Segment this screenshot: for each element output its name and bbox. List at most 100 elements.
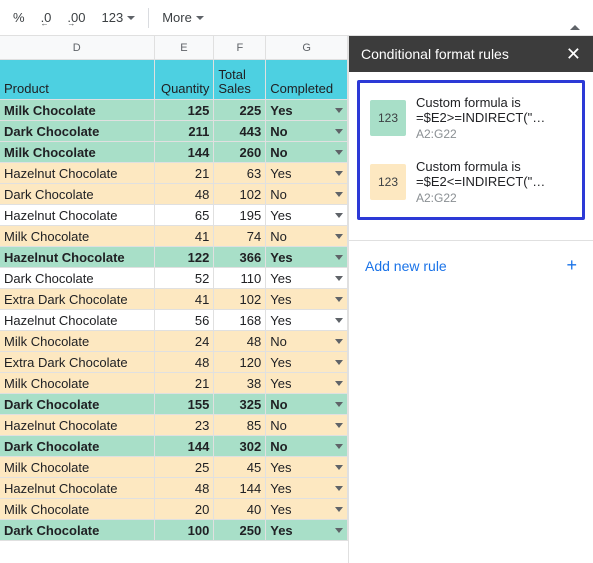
cell-sales[interactable]: 63 [214,163,266,183]
cell-quantity[interactable]: 21 [155,373,215,393]
dropdown-icon[interactable] [335,339,343,344]
dropdown-icon[interactable] [335,360,343,365]
cell-completed[interactable]: No [266,121,348,141]
cell-completed[interactable]: No [266,142,348,162]
dropdown-icon[interactable] [335,234,343,239]
cell-product[interactable]: Extra Dark Chocolate [0,289,155,309]
cell-product[interactable]: Hazelnut Chocolate [0,478,155,498]
cell-completed[interactable]: No [266,436,348,456]
cell-sales[interactable]: 85 [214,415,266,435]
cell-sales[interactable]: 120 [214,352,266,372]
cell-quantity[interactable]: 144 [155,436,215,456]
dropdown-icon[interactable] [335,255,343,260]
cell-completed[interactable]: Yes [266,499,348,519]
col-header-g[interactable]: G [266,36,348,59]
cell-sales[interactable]: 40 [214,499,266,519]
cell-sales[interactable]: 102 [214,184,266,204]
cell-product[interactable]: Hazelnut Chocolate [0,205,155,225]
cell-sales[interactable]: 366 [214,247,266,267]
cell-product[interactable]: Milk Chocolate [0,373,155,393]
col-header-e[interactable]: E [155,36,215,59]
cell-product[interactable]: Milk Chocolate [0,499,155,519]
cell-quantity[interactable]: 48 [155,184,215,204]
cell-sales[interactable]: 144 [214,478,266,498]
cell-product[interactable]: Extra Dark Chocolate [0,352,155,372]
grid[interactable]: Product Quantity Total Sales Completed M… [0,60,348,541]
cell-completed[interactable]: Yes [266,247,348,267]
col-header-d[interactable]: D [0,36,155,59]
cell-completed[interactable]: Yes [266,100,348,120]
dropdown-icon[interactable] [335,129,343,134]
cell-quantity[interactable]: 24 [155,331,215,351]
close-icon[interactable]: ✕ [566,45,581,63]
cell-sales[interactable]: 260 [214,142,266,162]
cell-completed[interactable]: Yes [266,373,348,393]
cell-sales[interactable]: 45 [214,457,266,477]
cell-completed[interactable]: No [266,331,348,351]
cell-completed[interactable]: No [266,184,348,204]
dropdown-icon[interactable] [335,507,343,512]
cell-completed[interactable]: Yes [266,289,348,309]
dropdown-icon[interactable] [335,108,343,113]
collapse-toolbar-button[interactable] [563,6,587,29]
cell-completed[interactable]: No [266,415,348,435]
cell-quantity[interactable]: 122 [155,247,215,267]
dropdown-icon[interactable] [335,297,343,302]
cell-completed[interactable]: No [266,226,348,246]
cell-quantity[interactable]: 155 [155,394,215,414]
dropdown-icon[interactable] [335,171,343,176]
cell-quantity[interactable]: 52 [155,268,215,288]
cell-product[interactable]: Milk Chocolate [0,331,155,351]
cell-product[interactable]: Hazelnut Chocolate [0,247,155,267]
dropdown-icon[interactable] [335,444,343,449]
dropdown-icon[interactable] [335,402,343,407]
cell-quantity[interactable]: 48 [155,478,215,498]
cell-sales[interactable]: 48 [214,331,266,351]
more-button[interactable]: More [155,6,211,29]
dropdown-icon[interactable] [335,528,343,533]
cell-quantity[interactable]: 100 [155,520,215,540]
cell-sales[interactable]: 325 [214,394,266,414]
cell-quantity[interactable]: 144 [155,142,215,162]
cell-sales[interactable]: 195 [214,205,266,225]
cell-completed[interactable]: Yes [266,352,348,372]
format-rule[interactable]: 123Custom formula is=$E2<=INDIRECT("…A2:… [364,151,578,213]
cell-product[interactable]: Dark Chocolate [0,436,155,456]
dropdown-icon[interactable] [335,465,343,470]
cell-quantity[interactable]: 41 [155,226,215,246]
cell-sales[interactable]: 443 [214,121,266,141]
header-product[interactable]: Product [0,60,155,99]
dropdown-icon[interactable] [335,192,343,197]
cell-completed[interactable]: Yes [266,310,348,330]
cell-completed[interactable]: No [266,394,348,414]
cell-product[interactable]: Dark Chocolate [0,394,155,414]
format-rule[interactable]: 123Custom formula is=$E2>=INDIRECT("…A2:… [364,87,578,149]
cell-sales[interactable]: 74 [214,226,266,246]
header-total-sales[interactable]: Total Sales [214,60,266,99]
percent-button[interactable]: % [6,6,32,29]
add-rule-button[interactable]: Add new rule + [349,240,593,290]
cell-completed[interactable]: Yes [266,478,348,498]
cell-sales[interactable]: 110 [214,268,266,288]
cell-product[interactable]: Milk Chocolate [0,100,155,120]
cell-product[interactable]: Milk Chocolate [0,457,155,477]
cell-sales[interactable]: 38 [214,373,266,393]
cell-product[interactable]: Milk Chocolate [0,142,155,162]
col-header-f[interactable]: F [214,36,266,59]
cell-quantity[interactable]: 211 [155,121,215,141]
cell-sales[interactable]: 302 [214,436,266,456]
cell-completed[interactable]: Yes [266,205,348,225]
dropdown-icon[interactable] [335,423,343,428]
cell-sales[interactable]: 225 [214,100,266,120]
cell-quantity[interactable]: 25 [155,457,215,477]
cell-product[interactable]: Dark Chocolate [0,268,155,288]
number-format-button[interactable]: 123 [94,6,142,29]
header-completed[interactable]: Completed [266,60,348,99]
dropdown-icon[interactable] [335,276,343,281]
header-quantity[interactable]: Quantity [155,60,215,99]
decrease-decimal-button[interactable]: .0← [34,6,59,29]
cell-quantity[interactable]: 125 [155,100,215,120]
cell-product[interactable]: Hazelnut Chocolate [0,415,155,435]
cell-completed[interactable]: Yes [266,457,348,477]
cell-quantity[interactable]: 41 [155,289,215,309]
